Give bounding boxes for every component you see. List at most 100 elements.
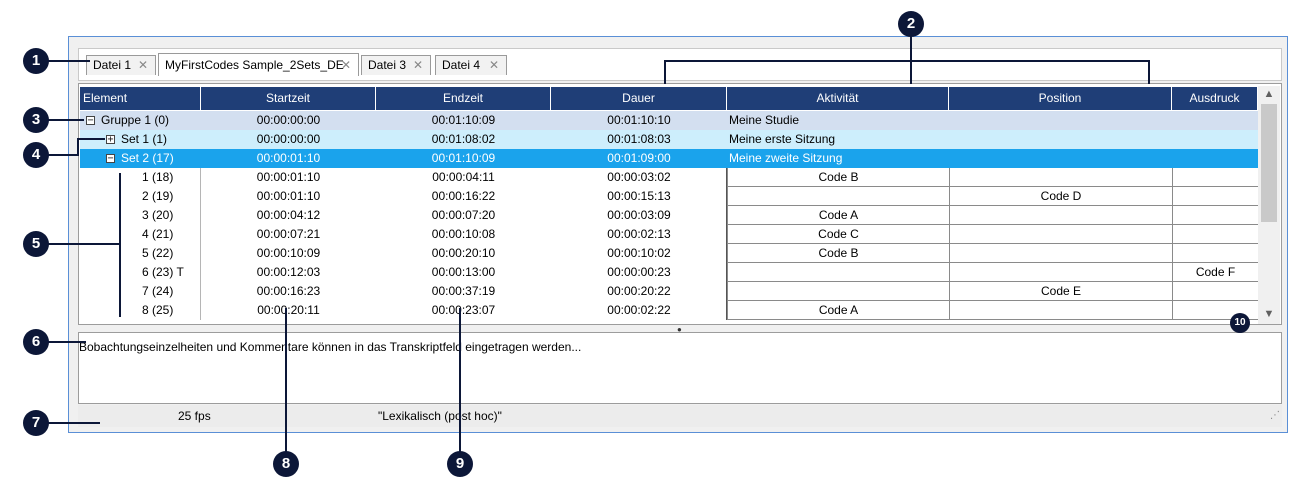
column-divider xyxy=(200,168,201,320)
column-header-startzeit[interactable]: Startzeit xyxy=(201,87,376,110)
cell-expression[interactable] xyxy=(1172,244,1258,263)
column-header-aktivitaet[interactable]: Aktivität xyxy=(727,87,949,110)
callout-badge-9: 9 xyxy=(448,452,472,476)
cell-start: 00:00:01:10 xyxy=(256,151,321,165)
scroll-down-icon[interactable]: ▼ xyxy=(1258,308,1280,320)
collapse-icon[interactable]: − xyxy=(106,154,115,164)
cell-element: 8 (25) xyxy=(142,303,174,317)
scroll-up-icon[interactable]: ▲ xyxy=(1258,88,1280,100)
expand-icon[interactable]: + xyxy=(106,135,115,145)
cell-position[interactable] xyxy=(949,206,1172,225)
cell-start: 00:00:10:09 xyxy=(256,246,321,260)
cell-position[interactable] xyxy=(949,225,1172,244)
table-row[interactable]: 1 (18) 00:00:01:10 00:00:04:11 00:00:03:… xyxy=(80,168,1258,187)
scrollbar-thumb[interactable] xyxy=(1261,104,1277,222)
cell-element: 7 (24) xyxy=(142,284,174,298)
column-header-ausdruck[interactable]: Ausdruck xyxy=(1172,87,1258,110)
table-row[interactable]: 2 (19) 00:00:01:10 00:00:16:22 00:00:15:… xyxy=(80,187,1258,206)
cell-element: 6 (23) T xyxy=(142,265,184,279)
cell-activity: Meine zweite Sitzung xyxy=(729,151,843,165)
table-row-set[interactable]: + Set 1 (1) 00:00:00:00 00:01:08:02 00:0… xyxy=(80,130,1258,149)
callout-line xyxy=(1148,60,1150,84)
cell-start: 00:00:01:10 xyxy=(256,170,321,184)
tab-datei-1[interactable]: Datei 1 ✕ xyxy=(86,55,156,75)
callout-line xyxy=(46,60,90,62)
cell-expression[interactable] xyxy=(1172,187,1258,206)
resize-grip-icon[interactable]: ⋰ xyxy=(1270,405,1280,427)
cell-activity[interactable]: Code A xyxy=(727,301,949,320)
cell-duration: 00:00:02:13 xyxy=(607,227,671,241)
cell-element: 1 (18) xyxy=(142,170,174,184)
cell-expression[interactable] xyxy=(1172,225,1258,244)
cell-end: 00:00:23:07 xyxy=(431,303,496,317)
cell-activity[interactable]: Code C xyxy=(727,225,949,244)
cell-duration: 00:00:03:02 xyxy=(607,170,671,184)
cell-start: 00:00:01:10 xyxy=(256,189,321,203)
cell-activity[interactable]: Code B xyxy=(727,244,949,263)
callout-line xyxy=(46,341,86,343)
tab-label: Datei 4 xyxy=(442,58,481,72)
cell-expression[interactable] xyxy=(1172,168,1258,187)
column-header-endzeit[interactable]: Endzeit xyxy=(376,87,551,110)
table-row[interactable]: 6 (23) T 00:00:12:03 00:00:13:00 00:00:0… xyxy=(80,263,1258,282)
cell-position[interactable] xyxy=(949,301,1172,320)
tab-datei-4[interactable]: Datei 4 ✕ xyxy=(435,55,507,75)
cell-element: 3 (20) xyxy=(142,208,174,222)
callout-badge-10: 10 xyxy=(1231,314,1249,332)
close-icon[interactable]: ✕ xyxy=(138,56,148,75)
cell-start: 00:00:00:00 xyxy=(256,113,321,127)
column-header-dauer[interactable]: Dauer xyxy=(551,87,727,110)
table-row-group[interactable]: − Gruppe 1 (0) 00:00:00:00 00:01:10:09 0… xyxy=(80,111,1258,130)
callout-badge-4: 4 xyxy=(24,143,48,167)
callout-badge-2: 2 xyxy=(899,12,923,36)
cell-start: 00:00:04:12 xyxy=(256,208,321,222)
cell-start: 00:00:16:23 xyxy=(256,284,321,298)
cell-end: 00:01:10:09 xyxy=(431,151,496,165)
cell-activity[interactable]: Code A xyxy=(727,206,949,225)
callout-line xyxy=(285,308,287,454)
cell-expression[interactable]: Code F xyxy=(1172,263,1258,282)
callout-line xyxy=(46,243,120,245)
cell-element: 5 (22) xyxy=(142,246,174,260)
table-row[interactable]: 5 (22) 00:00:10:09 00:00:20:10 00:00:10:… xyxy=(80,244,1258,263)
cell-expression[interactable] xyxy=(1172,282,1258,301)
tab-myfirstcodes[interactable]: MyFirstCodes Sample_2Sets_DE ✕ xyxy=(158,53,359,76)
cell-duration: 00:01:09:00 xyxy=(607,151,671,165)
column-header-element[interactable]: Element xyxy=(80,87,201,110)
tab-datei-3[interactable]: Datei 3 ✕ xyxy=(361,55,431,75)
column-divider xyxy=(726,168,727,320)
table-row[interactable]: 3 (20) 00:00:04:12 00:00:07:20 00:00:03:… xyxy=(80,206,1258,225)
cell-position[interactable] xyxy=(949,244,1172,263)
cell-activity[interactable] xyxy=(727,187,949,206)
close-icon[interactable]: ✕ xyxy=(341,54,351,76)
cell-expression[interactable] xyxy=(1172,206,1258,225)
cell-duration: 00:00:10:02 xyxy=(607,246,671,260)
tab-label: MyFirstCodes Sample_2Sets_DE xyxy=(165,58,344,72)
cell-position[interactable] xyxy=(949,263,1172,282)
cell-position[interactable]: Code E xyxy=(949,282,1172,301)
cell-position[interactable]: Code D xyxy=(949,187,1172,206)
transcript-notes-panel[interactable]: Bobachtungseinzelheiten und Kommentare k… xyxy=(78,332,1282,404)
collapse-icon[interactable]: − xyxy=(86,116,95,126)
status-bar: 25 fps "Lexikalisch (post hoc)" ⋰ xyxy=(78,405,1282,427)
close-icon[interactable]: ✕ xyxy=(413,56,423,75)
cell-start: 00:00:12:03 xyxy=(256,265,321,279)
cell-position[interactable] xyxy=(949,168,1172,187)
column-header-position[interactable]: Position xyxy=(949,87,1172,110)
callout-line xyxy=(77,138,79,156)
callout-line xyxy=(46,422,100,424)
cell-activity[interactable] xyxy=(727,282,949,301)
cell-start: 00:00:07:21 xyxy=(256,227,321,241)
cell-end: 00:00:37:19 xyxy=(431,284,496,298)
cell-end: 00:00:07:20 xyxy=(431,208,496,222)
callout-badge-5: 5 xyxy=(24,232,48,256)
table-row[interactable]: 4 (21) 00:00:07:21 00:00:10:08 00:00:02:… xyxy=(80,225,1258,244)
close-icon[interactable]: ✕ xyxy=(489,56,499,75)
cell-element: Gruppe 1 (0) xyxy=(101,113,170,127)
table-row[interactable]: 8 (25) 00:00:20:11 00:00:23:07 00:00:02:… xyxy=(80,301,1258,320)
table-row-set-selected[interactable]: − Set 2 (17) 00:00:01:10 00:01:10:09 00:… xyxy=(80,149,1258,168)
cell-activity[interactable]: Code B xyxy=(727,168,949,187)
table-row[interactable]: 7 (24) 00:00:16:23 00:00:37:19 00:00:20:… xyxy=(80,282,1258,301)
cell-activity[interactable] xyxy=(727,263,949,282)
callout-line xyxy=(664,60,1150,62)
